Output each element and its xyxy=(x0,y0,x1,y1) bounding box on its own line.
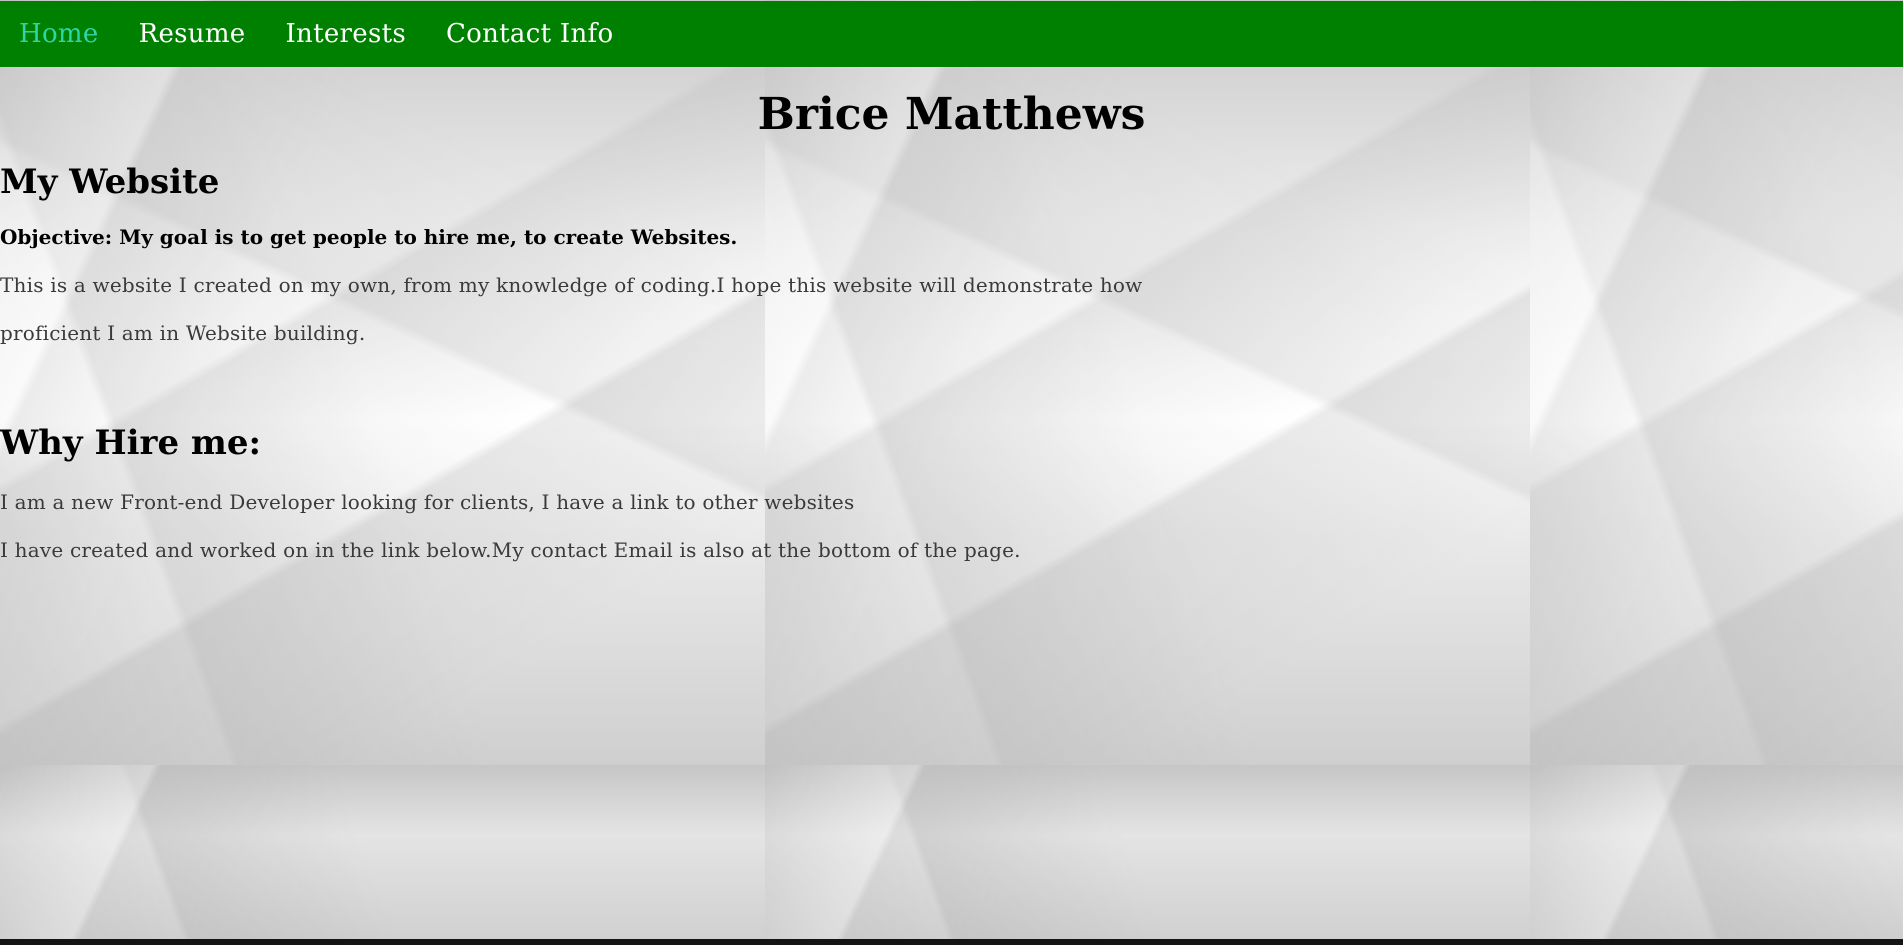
page-title: Brice Matthews xyxy=(757,89,1146,140)
hire-description-line-2: I have created and worked on in the link… xyxy=(0,538,1021,562)
section-heading-why-hire-me: Why Hire me: xyxy=(0,423,262,463)
top-navbar: Home Resume Interests Contact Info xyxy=(0,1,1903,67)
footer-bar xyxy=(0,939,1903,945)
nav-item-interests[interactable]: Interests xyxy=(265,1,426,67)
hire-description: I am a new Front-end Developer looking f… xyxy=(0,478,1245,574)
nav-item-contact-info[interactable]: Contact Info xyxy=(426,1,633,67)
nav-item-resume[interactable]: Resume xyxy=(119,1,266,67)
page-background-lower xyxy=(0,765,1903,940)
nav-item-home[interactable]: Home xyxy=(0,1,119,67)
hire-description-line-1: I am a new Front-end Developer looking f… xyxy=(0,490,855,514)
objective-text: Objective: My goal is to get people to h… xyxy=(0,225,738,249)
section-heading-my-website: My Website xyxy=(0,162,220,202)
website-description: This is a website I created on my own, f… xyxy=(0,273,1143,345)
